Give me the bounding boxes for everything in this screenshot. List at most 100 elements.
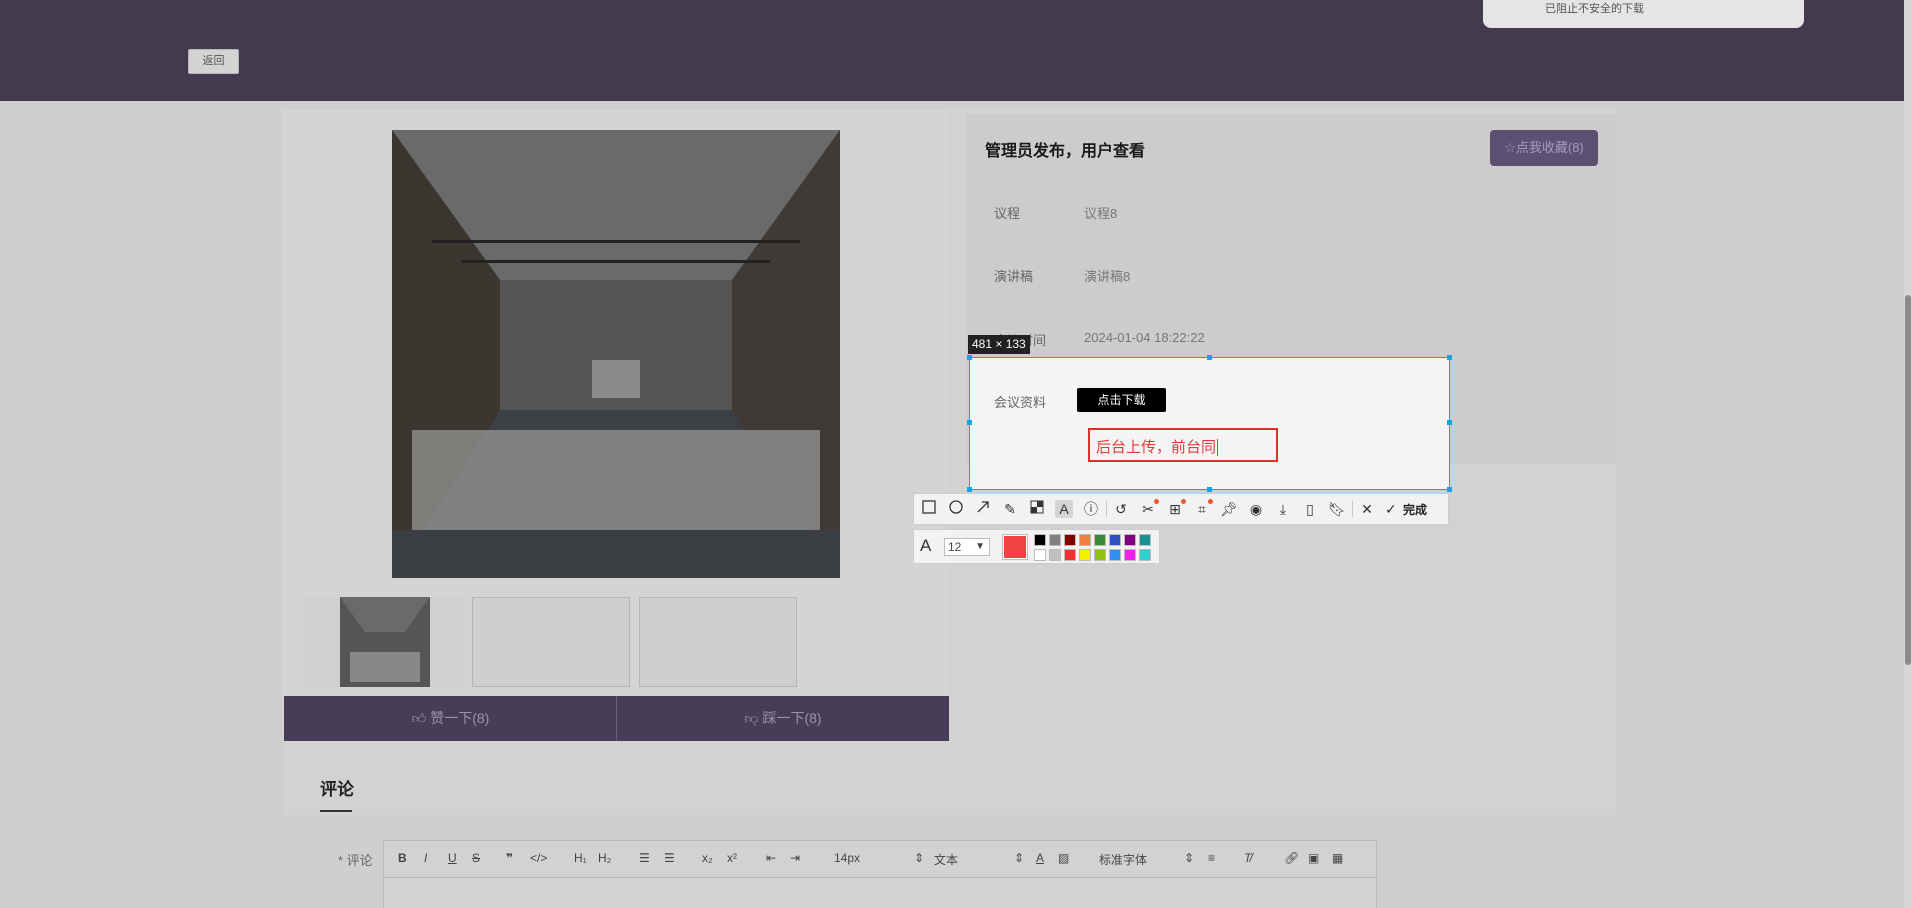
- field-label-materials: 会议资料: [994, 395, 1047, 410]
- chevron-down-icon: ▼: [975, 541, 985, 552]
- back-button[interactable]: 返回: [188, 49, 239, 74]
- font-size-dropdown[interactable]: 14px ⇕: [834, 851, 924, 865]
- italic-icon[interactable]: I: [424, 851, 427, 865]
- done-button[interactable]: ✓: [1385, 500, 1397, 518]
- thumbnail-1[interactable]: [305, 597, 463, 687]
- ordered-list-icon[interactable]: ☰: [639, 851, 650, 865]
- phone-icon[interactable]: ▯: [1301, 500, 1319, 518]
- clear-format-icon[interactable]: T̸: [1244, 851, 1251, 865]
- arrow-icon[interactable]: [974, 500, 992, 518]
- resize-handle-bm[interactable]: [1207, 487, 1212, 492]
- rectangle-icon[interactable]: [920, 500, 938, 518]
- undo-icon[interactable]: ↺: [1112, 500, 1130, 518]
- resize-handle-bl[interactable]: [967, 487, 972, 492]
- resize-handle-tl[interactable]: [967, 355, 972, 360]
- download-icon[interactable]: ⤓: [1274, 500, 1292, 518]
- background-color-icon[interactable]: ▨: [1058, 851, 1069, 865]
- underline-icon[interactable]: U: [448, 851, 457, 865]
- comments-title-underline: [320, 810, 352, 812]
- bullet-list-icon[interactable]: ☰: [664, 851, 675, 865]
- thumbnail-2[interactable]: [472, 597, 630, 687]
- font-family-dropdown[interactable]: 标准字体 ⇕: [1099, 851, 1194, 868]
- resize-handle-tr[interactable]: [1447, 355, 1452, 360]
- chevron-updown-icon: ⇕: [1184, 851, 1195, 865]
- color-swatch[interactable]: [1079, 534, 1091, 546]
- serial-number-icon[interactable]: ⓘ: [1082, 500, 1100, 518]
- resize-handle-ml[interactable]: [967, 420, 972, 425]
- color-swatch[interactable]: [1034, 549, 1046, 561]
- like-button[interactable]: 👍︎ 赞一下(8): [284, 696, 617, 741]
- close-icon[interactable]: ✕: [1358, 500, 1376, 518]
- outdent-icon[interactable]: ⇤: [766, 851, 776, 865]
- subscript-icon[interactable]: x₂: [702, 851, 713, 865]
- comment-editor[interactable]: B I U S ❞ </> H₁ H₂ ☰ ☰ x₂ x² ⇤ ⇥ 14px ⇕ …: [383, 840, 1377, 908]
- field-label-agenda: 议程: [994, 206, 1021, 221]
- color-swatch[interactable]: [1139, 534, 1151, 546]
- new-badge-dot: [1208, 499, 1213, 504]
- font-icon: A: [920, 536, 932, 555]
- mosaic-icon[interactable]: [1028, 500, 1046, 518]
- like-label: 赞一下(8): [430, 710, 490, 726]
- format-dropdown-value: 文本: [934, 853, 959, 867]
- conference-room-image: [392, 130, 840, 578]
- video-icon[interactable]: ▦: [1332, 851, 1343, 865]
- link-icon[interactable]: 🔗︎: [1284, 851, 1299, 865]
- bold-icon[interactable]: B: [398, 851, 407, 865]
- resize-handle-br[interactable]: [1447, 487, 1452, 492]
- color-swatch[interactable]: [1049, 534, 1061, 546]
- screenshot-selection[interactable]: [969, 357, 1450, 490]
- download-button[interactable]: 点击下载: [1077, 388, 1166, 412]
- color-swatch[interactable]: [1109, 549, 1121, 561]
- heading2-icon[interactable]: H₂: [598, 851, 611, 865]
- dislike-button[interactable]: 👎︎ 踩一下(8): [616, 696, 949, 741]
- pin-icon[interactable]: 📌︎: [1220, 500, 1238, 518]
- current-color-swatch[interactable]: [1002, 534, 1028, 560]
- record-icon[interactable]: ◉: [1247, 500, 1265, 518]
- field-label-speech: 演讲稿: [994, 269, 1034, 284]
- color-swatch[interactable]: [1094, 549, 1106, 561]
- text-color-icon[interactable]: A: [1036, 851, 1044, 865]
- color-swatch[interactable]: [1139, 549, 1151, 561]
- color-swatch[interactable]: [1124, 534, 1136, 546]
- format-dropdown[interactable]: 文本 ⇕: [934, 851, 1024, 868]
- color-swatch[interactable]: [1109, 534, 1121, 546]
- thumbs-up-icon: 👍︎: [411, 710, 431, 726]
- pencil-icon[interactable]: ✎: [1001, 500, 1019, 518]
- field-value-speech: 演讲稿8: [1084, 269, 1131, 284]
- thumbnail-3[interactable]: [639, 597, 797, 687]
- color-swatch[interactable]: [1064, 549, 1076, 561]
- strikethrough-icon[interactable]: S: [472, 851, 480, 865]
- font-family-dropdown-value: 标准字体: [1099, 853, 1148, 867]
- toolbar-divider: [1106, 501, 1107, 517]
- text-annotation-box[interactable]: 后台上传，前台同: [1088, 428, 1278, 462]
- font-size-dropdown-value: 14px: [834, 851, 861, 865]
- new-badge-dot: [1154, 499, 1159, 504]
- color-swatch[interactable]: [1034, 534, 1046, 546]
- comment-field-label: * 评论: [338, 853, 373, 868]
- color-swatch[interactable]: [1079, 549, 1091, 561]
- indent-icon[interactable]: ⇥: [790, 851, 800, 865]
- align-icon[interactable]: ≡: [1208, 851, 1215, 865]
- image-icon[interactable]: ▣: [1308, 851, 1319, 865]
- resize-handle-mr[interactable]: [1447, 420, 1452, 425]
- toolbar-divider: [1352, 501, 1353, 517]
- quote-icon[interactable]: ❞: [506, 851, 513, 865]
- scrollbar-thumb[interactable]: [1905, 295, 1911, 665]
- favorite-button[interactable]: ☆点我收藏(8): [1490, 130, 1598, 166]
- resize-handle-tm[interactable]: [1207, 355, 1212, 360]
- color-swatch[interactable]: [1064, 534, 1076, 546]
- notice-text: 已阻止不安全的下载: [1545, 3, 1644, 15]
- heading1-icon[interactable]: H₁: [574, 851, 587, 865]
- ellipse-icon[interactable]: [947, 500, 965, 518]
- screenshot-toolbar: ✎ A ⓘ ↺ ✂ ⊞ ⌗ 📌︎ ◉ ⤓ ▯ 🔖︎ ✕ ✓ 完成: [913, 493, 1449, 525]
- color-swatch[interactable]: [1124, 549, 1136, 561]
- editor-toolbar: B I U S ❞ </> H₁ H₂ ☰ ☰ x₂ x² ⇤ ⇥ 14px ⇕ …: [384, 841, 1376, 878]
- text-tool-icon[interactable]: A: [1055, 500, 1073, 518]
- superscript-icon[interactable]: x²: [727, 851, 737, 865]
- color-swatch[interactable]: [1094, 534, 1106, 546]
- bookmark-icon[interactable]: 🔖︎: [1328, 500, 1346, 518]
- font-size-select[interactable]: 12 ▼: [944, 538, 990, 556]
- color-swatch[interactable]: [1049, 549, 1061, 561]
- code-icon[interactable]: </>: [530, 851, 547, 865]
- download-blocked-notice: 已阻止不安全的下载: [1483, 0, 1804, 28]
